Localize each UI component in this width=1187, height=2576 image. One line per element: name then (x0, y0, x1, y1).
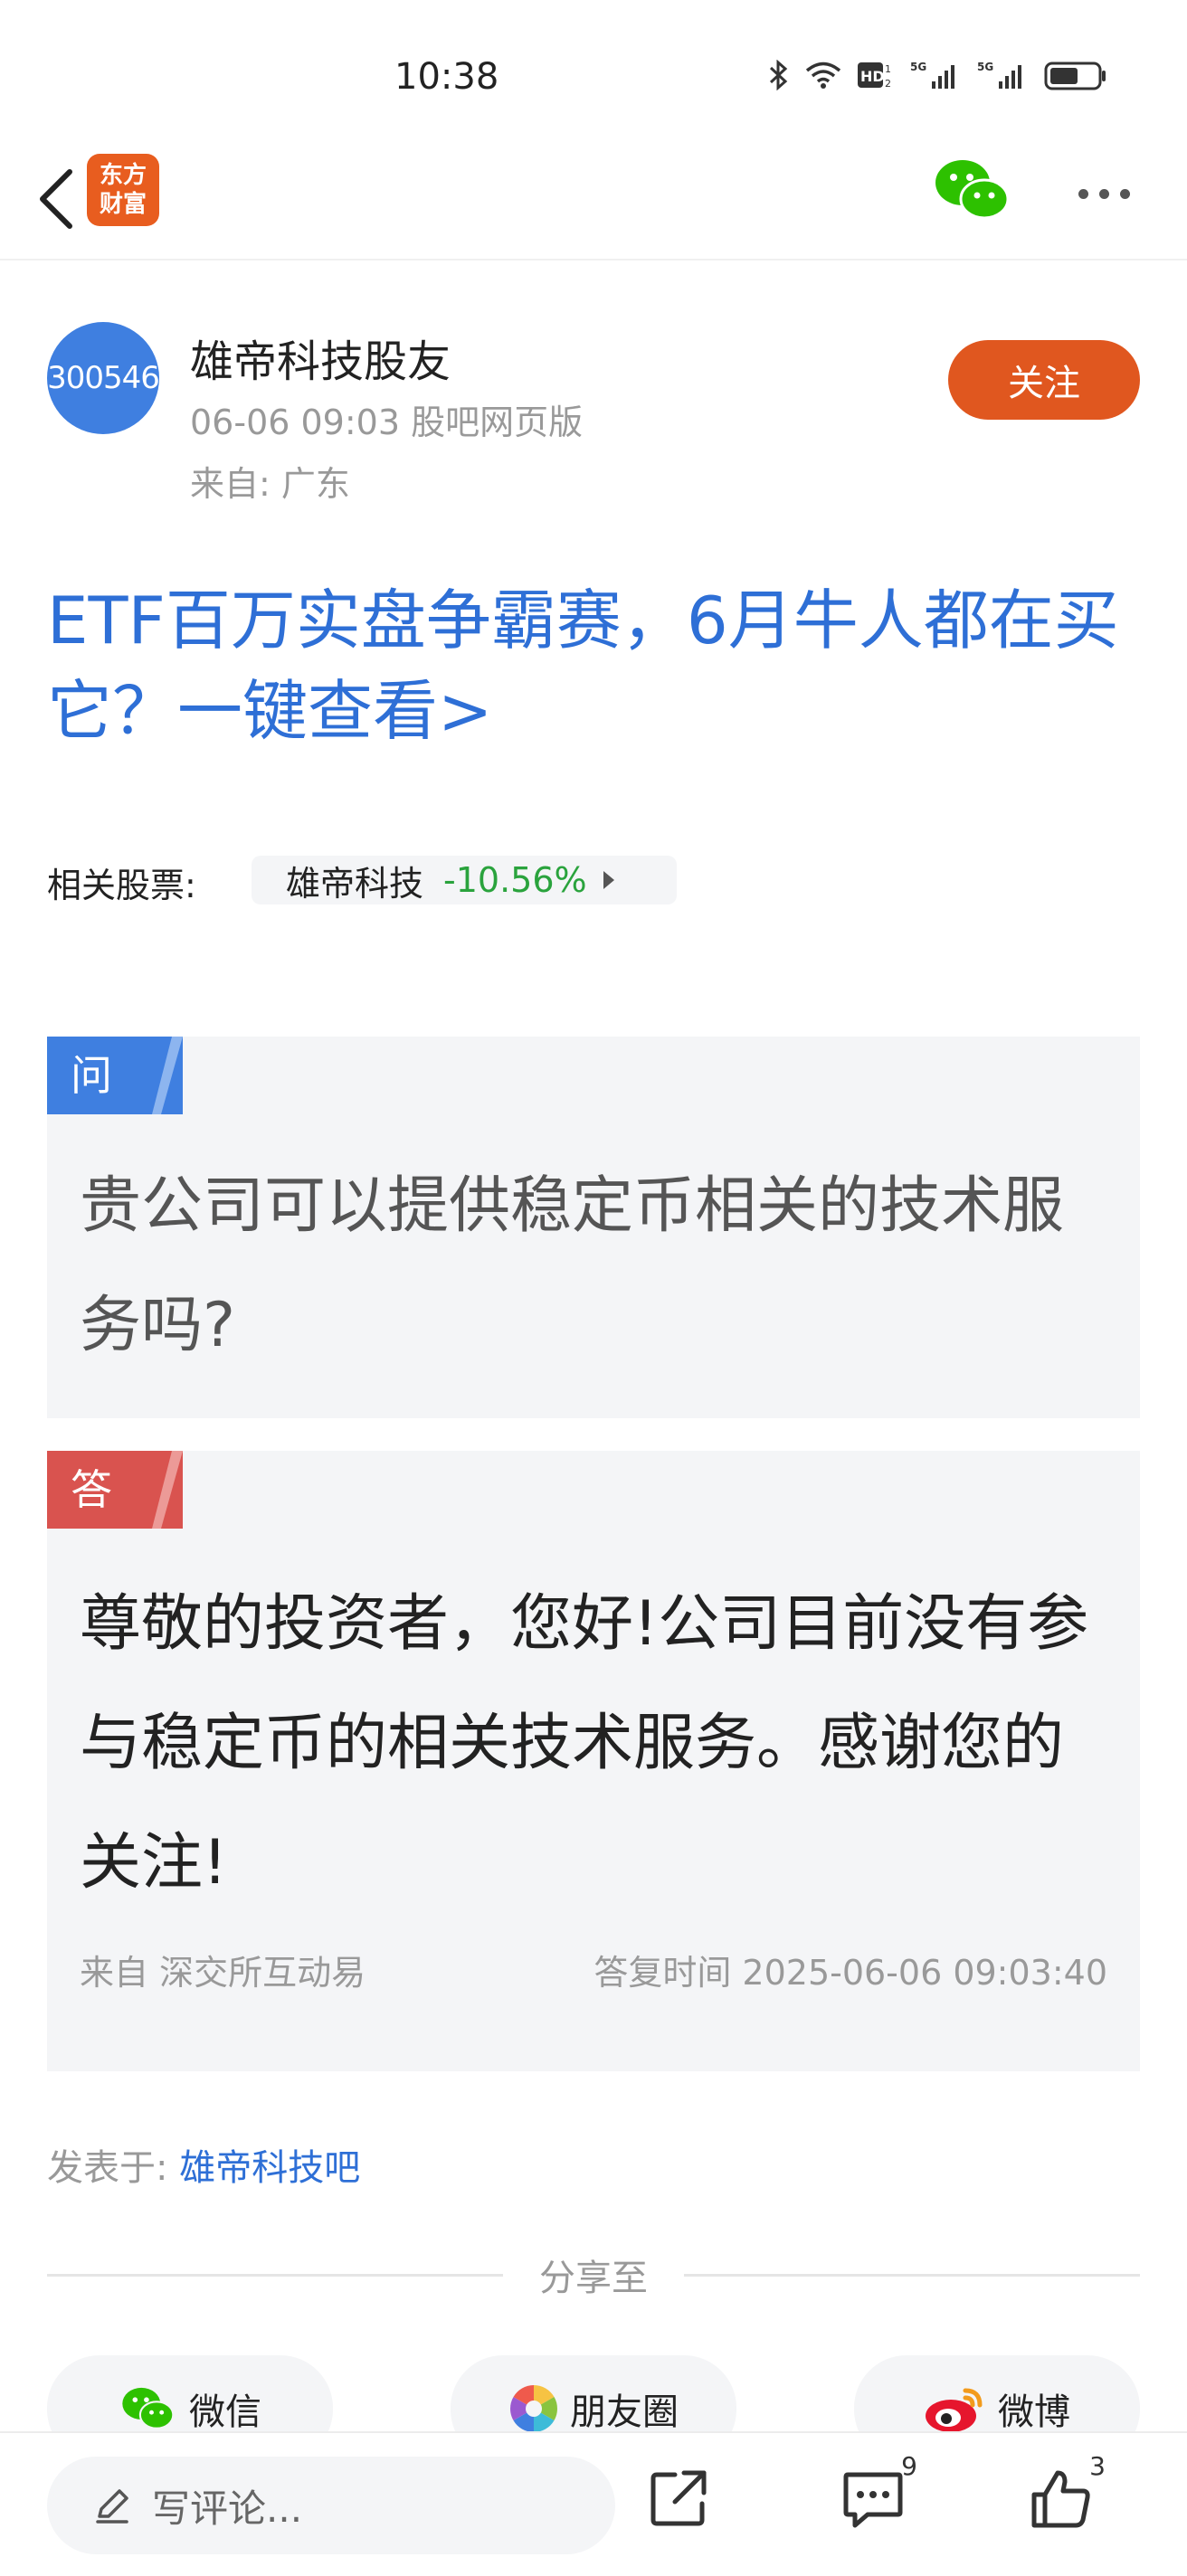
back-arrow-icon (40, 169, 72, 229)
posted-in: 发表于: 雄帝科技吧 (47, 2138, 360, 2191)
stock-change: -10.56% (443, 860, 587, 900)
related-stocks-label: 相关股票: (47, 866, 196, 905)
battery-icon (1044, 60, 1107, 90)
svg-text:1: 1 (885, 63, 891, 75)
svg-text:HD: HD (860, 68, 885, 85)
share-weibo-label: 微博 (998, 2391, 1070, 2433)
posted-in-prefix: 发表于: (47, 2147, 168, 2189)
share-button[interactable] (639, 2458, 720, 2540)
nav-bar: 东方 财富 (0, 145, 1187, 260)
author-avatar[interactable]: 300546 (47, 322, 160, 434)
like-button[interactable]: 3 (1021, 2451, 1106, 2540)
logo-line-1: 东方 (99, 162, 147, 189)
hd-icon: HD 1 2 (858, 60, 894, 90)
question-text: 贵公司可以提供稳定币相关的技术服务吗? (80, 1170, 1065, 1361)
svg-text:2: 2 (885, 78, 891, 90)
answer-time: 答复时间 2025-06-06 09:03:40 (594, 1953, 1107, 1993)
answer-text: 尊敬的投资者，您好!公司目前没有参与稳定币的相关技术服务。感谢您的关注! (80, 1588, 1089, 1899)
status-bar: 10:38 HD 1 2 5G 5G (0, 0, 1187, 145)
more-dot-icon (1098, 188, 1109, 199)
back-button[interactable] (24, 163, 87, 235)
promo-link[interactable]: ETF百万实盘争霸赛，6月牛人都在买它？一键查看> (47, 575, 1151, 756)
comment-icon (843, 2472, 903, 2528)
answer-card: 答 尊敬的投资者，您好!公司目前没有参与稳定币的相关技术服务。感谢您的关注! 来… (47, 1451, 1140, 2071)
stock-name: 雄帝科技 (286, 863, 424, 904)
bottom-action-bar: 写评论... 9 3 (0, 2431, 1187, 2576)
share-divider-left (47, 2274, 503, 2277)
status-time: 10:38 (394, 56, 499, 98)
wechat-icon (935, 160, 1010, 220)
pencil-icon (96, 2489, 128, 2524)
post-meta: 06-06 09:03 股吧网页版 (190, 402, 584, 442)
answer-source: 来自 深交所互动易 (80, 1953, 366, 1993)
comment-count-badge: 9 (901, 2451, 917, 2481)
share-external-icon (650, 2470, 707, 2526)
bluetooth-icon (769, 60, 789, 90)
answer-tag-slant (152, 1451, 183, 1529)
more-options-button[interactable] (1068, 166, 1140, 221)
question-tag-slant (152, 1037, 183, 1114)
weibo-icon (926, 2388, 983, 2432)
share-label: 分享至 (539, 2258, 648, 2299)
signal-5g-icon: 5G (910, 60, 961, 90)
more-dot-icon (1119, 188, 1130, 199)
post-location: 来自: 广东 (190, 464, 350, 504)
author-name[interactable]: 雄帝科技股友 (190, 326, 451, 389)
signal-5g-icon: 5G (977, 60, 1028, 90)
share-wechat-label: 微信 (189, 2391, 261, 2433)
chevron-right-icon (603, 871, 614, 889)
thumbs-up-icon (1031, 2470, 1090, 2528)
app-logo[interactable]: 东方 财富 (87, 154, 159, 226)
comment-placeholder: 写评论... (152, 2486, 303, 2531)
wifi-icon (805, 61, 841, 90)
related-stock-chip[interactable]: 雄帝科技 -10.56% (252, 856, 677, 904)
wechat-icon (122, 2387, 175, 2429)
status-icons: HD 1 2 5G 5G (769, 60, 1107, 90)
comment-input[interactable]: 写评论... (47, 2457, 615, 2554)
more-dot-icon (1078, 188, 1088, 199)
comments-button[interactable]: 9 (832, 2451, 917, 2540)
share-divider-right (684, 2274, 1140, 2277)
logo-line-2: 财富 (99, 191, 147, 218)
question-card: 问 贵公司可以提供稳定币相关的技术服务吗? (47, 1037, 1140, 1418)
stock-bar-link[interactable]: 雄帝科技吧 (179, 2147, 360, 2189)
svg-text:5G: 5G (910, 61, 926, 73)
moments-icon (510, 2385, 557, 2432)
share-moments-label: 朋友圈 (570, 2391, 679, 2433)
follow-button[interactable]: 关注 (948, 340, 1140, 420)
wechat-share-button[interactable] (934, 154, 1011, 226)
svg-text:5G: 5G (977, 61, 993, 73)
like-count-badge: 3 (1089, 2451, 1106, 2481)
